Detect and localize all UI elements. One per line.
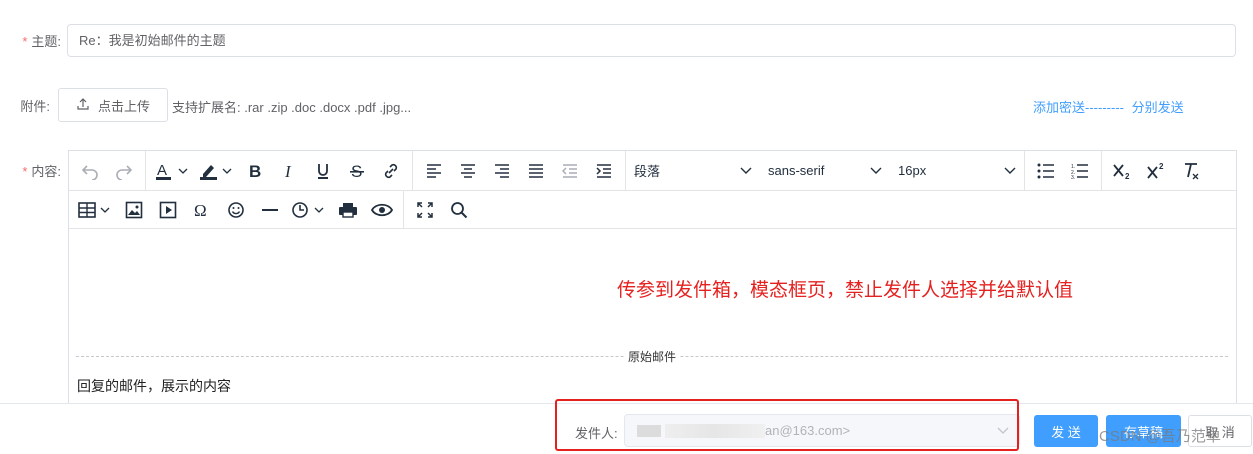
subject-label: * 主题:: [0, 31, 67, 50]
horizontal-rule-icon[interactable]: [253, 195, 287, 225]
subject-label-text: 主题:: [31, 34, 61, 49]
block-format-value: 段落: [634, 164, 661, 179]
redo-icon[interactable]: [107, 156, 141, 186]
alignment-group: [413, 151, 626, 190]
emoticon-icon[interactable]: [219, 195, 253, 225]
print-icon[interactable]: [331, 195, 365, 225]
font-family-value: sans-serif: [768, 163, 825, 178]
required-mark: *: [22, 34, 28, 49]
svg-text:B: B: [249, 162, 261, 180]
font-size-select[interactable]: 16px: [890, 156, 1024, 186]
search-icon[interactable]: [442, 195, 476, 225]
bold-icon[interactable]: B: [238, 156, 272, 186]
chevron-down-icon: [740, 163, 752, 178]
upload-button-label: 点击上传: [97, 98, 150, 114]
link-icon[interactable]: [374, 156, 408, 186]
subscript-icon[interactable]: 2: [1106, 156, 1140, 186]
svg-text:A: A: [157, 162, 167, 179]
superscript-icon[interactable]: 2: [1140, 156, 1174, 186]
highlight-icon[interactable]: [194, 156, 238, 186]
svg-text:2: 2: [1125, 172, 1130, 180]
clear-format-icon[interactable]: [1174, 156, 1208, 186]
text-color-icon[interactable]: A: [150, 156, 194, 186]
table-icon[interactable]: [73, 195, 117, 225]
underline-icon[interactable]: [306, 156, 340, 186]
svg-text:Ω: Ω: [194, 201, 207, 219]
insert-group: Ω: [69, 191, 404, 229]
send-button[interactable]: 发 送: [1034, 415, 1098, 447]
bullet-list-icon[interactable]: [1029, 156, 1063, 186]
toolbar-row-1: A B I S 段落: [69, 151, 1236, 190]
block-format-group: 段落 sans-serif 16px: [626, 151, 1025, 190]
chevron-down-icon: [870, 163, 882, 178]
numbered-list-icon[interactable]: 1. 2. 3.: [1063, 156, 1097, 186]
format-group: A B I S: [146, 151, 413, 190]
watermark: CSDN @吾乃范单: [1099, 428, 1221, 445]
script-group: 2 2: [1102, 151, 1212, 190]
attachment-label: 附件:: [20, 98, 50, 114]
font-size-value: 16px: [898, 163, 927, 178]
annotation-highlight-box: [555, 399, 1019, 451]
special-char-icon[interactable]: Ω: [185, 195, 219, 225]
add-bcc-link[interactable]: 添加密送---------: [1033, 100, 1124, 115]
annotation-text: 传参到发件箱，模态框页，禁止发件人选择并给默认值: [617, 280, 1074, 301]
datetime-icon[interactable]: [287, 195, 331, 225]
upload-hint: 支持扩展名: .rar .zip .doc .docx .pdf .jpg...: [172, 100, 412, 115]
svg-text:I: I: [284, 162, 292, 180]
strikethrough-icon[interactable]: S: [340, 156, 374, 186]
subject-input[interactable]: Re：我是初始邮件的主题: [67, 24, 1236, 57]
align-right-icon[interactable]: [485, 156, 519, 186]
editor-content-area[interactable]: 传参到发件箱，模态框页，禁止发件人选择并给默认值 原始邮件 回复的邮件，展示的内…: [69, 229, 1236, 404]
svg-text:2: 2: [1159, 162, 1164, 171]
align-center-icon[interactable]: [451, 156, 485, 186]
content-label: * 内容:: [0, 161, 67, 180]
separate-send-link[interactable]: 分别发送: [1132, 100, 1184, 115]
list-group: 1. 2. 3.: [1025, 151, 1102, 190]
undo-icon[interactable]: [73, 156, 107, 186]
rich-text-editor: A B I S 段落: [68, 150, 1237, 404]
font-family-select[interactable]: sans-serif: [760, 156, 890, 186]
required-mark: *: [22, 163, 28, 179]
editor-toolbar: A B I S 段落: [69, 151, 1236, 229]
indent-icon[interactable]: [587, 156, 621, 186]
chevron-down-icon: [1004, 163, 1016, 178]
content-label-text: 内容:: [31, 163, 61, 179]
outdent-icon[interactable]: [553, 156, 587, 186]
upload-button[interactable]: 点击上传: [58, 88, 168, 122]
reply-content: 回复的邮件，展示的内容: [77, 378, 231, 394]
preview-icon[interactable]: [365, 195, 399, 225]
block-format-select[interactable]: 段落: [626, 156, 760, 186]
fullscreen-icon[interactable]: [408, 195, 442, 225]
media-icon[interactable]: [151, 195, 185, 225]
svg-text:3.: 3.: [1071, 175, 1075, 179]
align-left-icon[interactable]: [417, 156, 451, 186]
italic-icon[interactable]: I: [272, 156, 306, 186]
align-justify-icon[interactable]: [519, 156, 553, 186]
cc-links: 添加密送--------- 分别发送: [1033, 97, 1184, 116]
upload-icon: [76, 97, 90, 114]
toolbar-row-2: Ω: [69, 190, 1236, 229]
subject-row: * 主题:: [0, 24, 67, 57]
view-group: [404, 191, 480, 229]
history-group: [69, 151, 146, 190]
attachment-row: 附件:: [0, 88, 58, 122]
original-mail-label: 原始邮件: [624, 348, 681, 365]
image-icon[interactable]: [117, 195, 151, 225]
content-row: * 内容:: [0, 160, 67, 180]
